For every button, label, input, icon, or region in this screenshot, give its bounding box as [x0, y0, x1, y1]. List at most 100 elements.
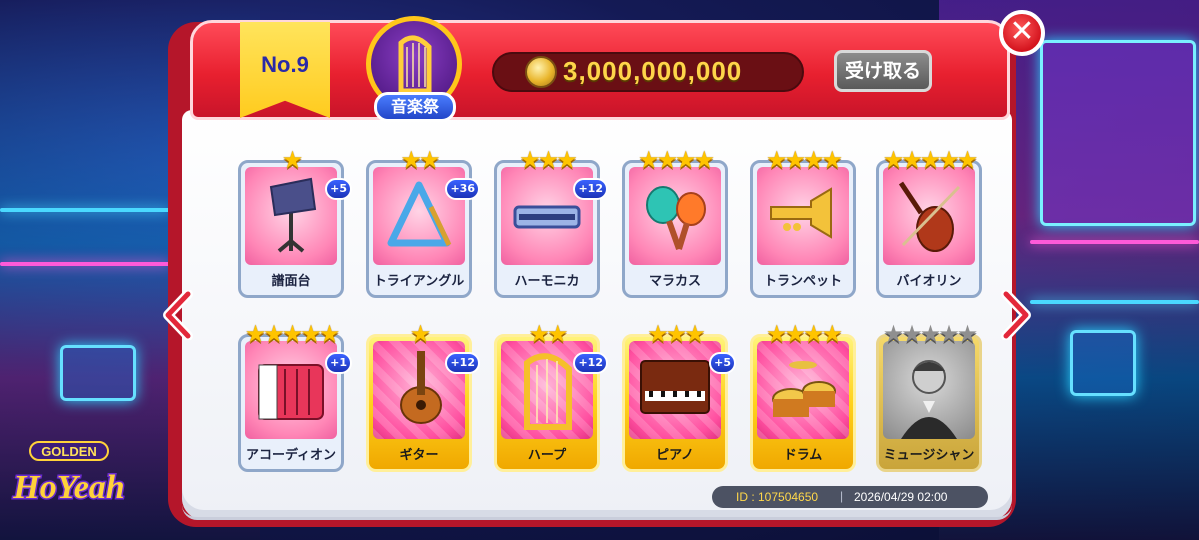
collection-card[interactable]: ★★★★ マラカス	[622, 148, 728, 298]
receive-button[interactable]: 受け取る	[834, 50, 932, 92]
logo-main-text: HoYeah	[12, 469, 124, 506]
card-artwork	[245, 341, 337, 439]
star-icon: ★	[882, 146, 904, 174]
drum-icon	[772, 361, 836, 417]
star-icon: ★	[281, 146, 303, 174]
star-icon: ★	[637, 146, 659, 174]
footer-separator: |	[840, 489, 844, 503]
star-icon: ★	[281, 320, 303, 348]
star-icon: ★	[547, 320, 568, 348]
star-rating: ★★★★	[750, 322, 856, 346]
star-icon: ★	[409, 320, 431, 348]
reward-amount: 3,000,000,000	[563, 56, 743, 86]
card-name: ハーモニカ	[514, 273, 580, 289]
star-icon: ★	[693, 146, 715, 174]
next-page-button[interactable]	[1000, 289, 1034, 341]
collection-card[interactable]: ★ +12 ギター	[366, 322, 480, 472]
star-rating: ★★★★	[750, 148, 856, 172]
card-artwork	[757, 167, 849, 265]
conductor-portrait	[901, 360, 957, 439]
collection-card[interactable]: ★★★ +12 ハーモニカ	[494, 148, 608, 298]
player-id: ID : 107504650	[736, 490, 819, 504]
star-icon: ★	[765, 146, 787, 174]
collection-card[interactable]: ★★★★ ドラム	[750, 322, 856, 472]
coin-icon	[525, 56, 557, 88]
chevron-right-icon	[1001, 289, 1031, 341]
collection-card[interactable]: ★★★★★ バイオリン	[876, 148, 982, 298]
star-icon: ★	[528, 320, 549, 348]
star-icon: ★	[675, 146, 696, 174]
star-rating: ★★	[366, 148, 472, 172]
star-icon: ★	[803, 146, 824, 174]
bonus-count-badge: +36	[445, 178, 480, 200]
star-icon: ★	[647, 320, 668, 348]
collection-card[interactable]: ★★★★★ ミュージシャン	[876, 322, 982, 472]
star-icon: ★	[901, 320, 922, 348]
card-name: アコーディオン	[245, 447, 337, 463]
star-icon: ★	[556, 146, 577, 174]
category-label: 音楽祭	[374, 92, 456, 122]
card-name: ドラム	[783, 447, 823, 463]
star-rating: ★★★★	[622, 148, 728, 172]
star-icon: ★	[400, 146, 421, 174]
maracas-icon	[646, 186, 706, 251]
rank-label: No.9	[261, 52, 309, 77]
accordion-icon	[258, 364, 324, 420]
star-icon: ★	[784, 320, 805, 348]
star-icon: ★	[784, 146, 805, 174]
card-name: 譜面台	[271, 273, 311, 289]
background-poster	[1040, 40, 1196, 226]
neon-strip	[1030, 240, 1199, 244]
star-rating: ★★★★★	[238, 322, 344, 346]
close-icon: ✕	[1009, 14, 1035, 49]
neon-strip	[0, 262, 170, 266]
card-name: ピアノ	[656, 447, 694, 463]
piano-icon	[640, 360, 710, 414]
card-artwork	[757, 341, 849, 439]
timestamp: 2026/04/29 02:00	[854, 490, 948, 504]
star-icon: ★	[419, 146, 440, 174]
chevron-left-icon	[163, 289, 193, 341]
card-name: マラカス	[648, 273, 701, 289]
star-icon: ★	[956, 146, 978, 174]
card-name: ギター	[399, 447, 439, 463]
card-artwork	[883, 341, 975, 439]
prev-page-button[interactable]	[160, 289, 194, 341]
bonus-count-badge: +5	[325, 178, 352, 200]
star-rating: ★	[238, 148, 344, 172]
close-button[interactable]: ✕	[999, 10, 1045, 56]
collection-card[interactable]: ★★ +36 トライアングル	[366, 148, 480, 298]
star-rating: ★★★	[622, 322, 728, 346]
card-artwork	[245, 167, 337, 265]
star-icon: ★	[938, 320, 959, 348]
star-icon: ★	[803, 320, 824, 348]
star-icon: ★	[919, 146, 941, 174]
bonus-count-badge: +12	[573, 178, 608, 200]
background-monitor	[1070, 330, 1136, 396]
star-icon: ★	[882, 320, 904, 348]
star-icon: ★	[938, 146, 959, 174]
music-stand-icon	[269, 177, 317, 253]
card-artwork	[883, 167, 975, 265]
neon-strip	[0, 208, 170, 212]
star-icon: ★	[765, 320, 787, 348]
card-name: トライアングル	[373, 273, 465, 289]
collection-card[interactable]: ★★★★ トランペット	[750, 148, 856, 298]
star-icon: ★	[665, 320, 687, 348]
star-rating: ★★	[494, 322, 600, 346]
bonus-count-badge: +5	[709, 352, 736, 374]
collection-card[interactable]: ★★★★★ +1 アコーディオン	[238, 322, 352, 472]
collection-card[interactable]: ★★★ +5 ピアノ	[622, 322, 736, 472]
star-icon: ★	[537, 146, 559, 174]
card-artwork	[629, 167, 721, 265]
star-icon: ★	[519, 146, 540, 174]
card-name: バイオリン	[896, 273, 962, 289]
card-artwork	[629, 341, 721, 439]
collection-card[interactable]: ★ +5 譜面台	[238, 148, 352, 298]
star-rating: ★★★★★	[876, 148, 982, 172]
game-logo: GOLDEN HoYeah	[8, 440, 130, 520]
star-icon: ★	[684, 320, 705, 348]
collection-card[interactable]: ★★ +12 ハープ	[494, 322, 608, 472]
card-name: ミュージシャン	[883, 447, 975, 463]
violin-icon	[898, 181, 961, 252]
